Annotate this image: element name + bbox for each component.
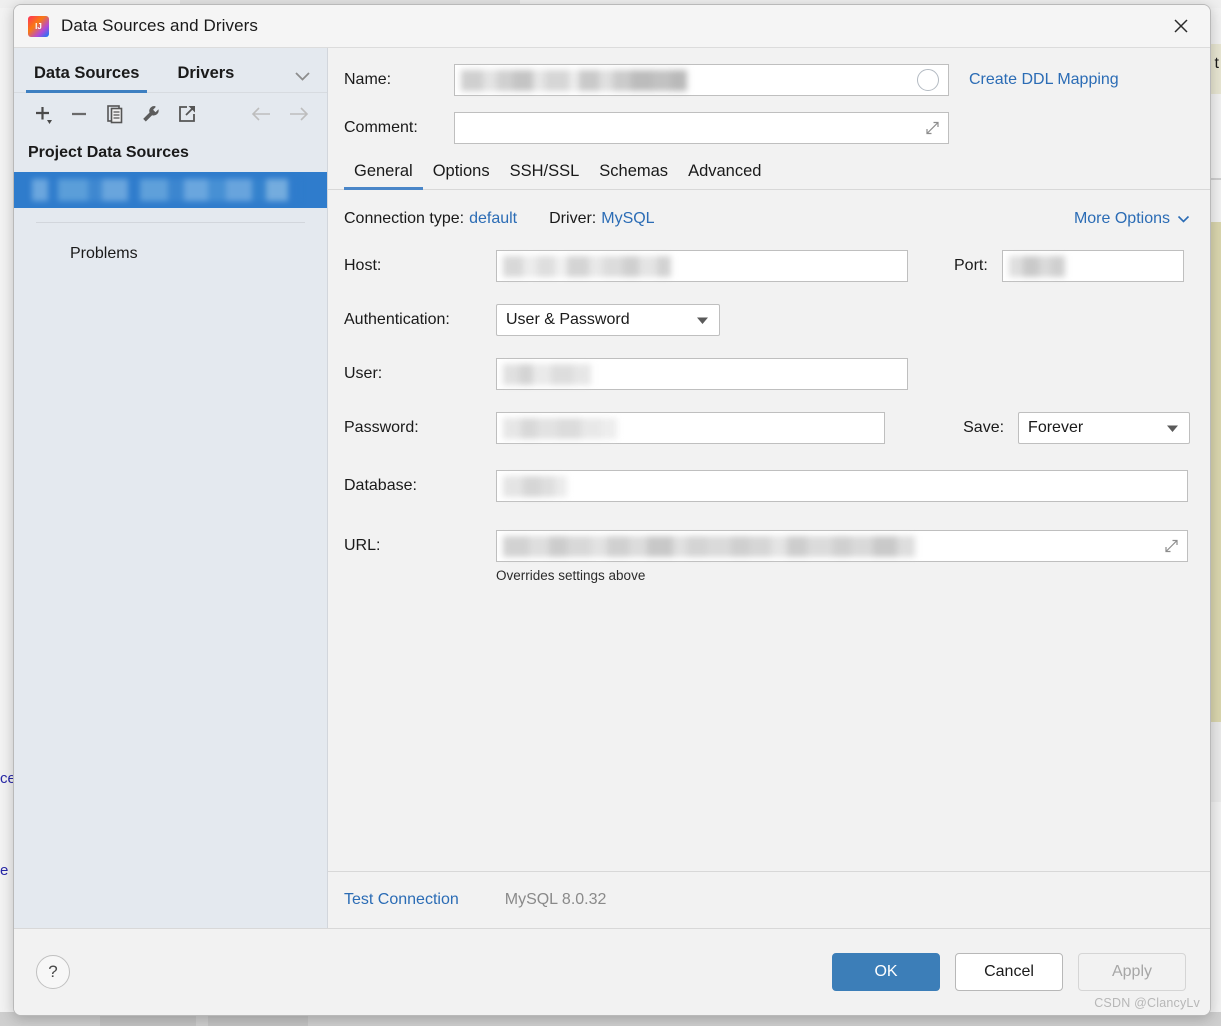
tab-schemas[interactable]: Schemas	[589, 162, 678, 189]
sidebar-tabs: Data Sources Drivers	[14, 48, 327, 93]
expand-icon[interactable]	[925, 121, 940, 136]
cancel-button[interactable]: Cancel	[955, 953, 1063, 991]
sidebar-toolbar	[14, 93, 327, 135]
comment-input[interactable]	[454, 112, 949, 144]
save-select[interactable]: Forever	[1018, 412, 1190, 444]
question-mark-icon[interactable]: ?	[36, 955, 70, 989]
create-ddl-mapping-link[interactable]: Create DDL Mapping	[969, 71, 1119, 89]
comment-label: Comment:	[344, 119, 418, 136]
close-icon[interactable]	[1152, 5, 1210, 47]
dialog-title: Data Sources and Drivers	[61, 16, 259, 35]
sidebar-tab-data-sources[interactable]: Data Sources	[26, 64, 148, 93]
authentication-value: User & Password	[506, 311, 630, 328]
url-row: URL:	[344, 530, 1190, 562]
password-label: Password:	[344, 419, 419, 436]
main-tabs: General Options SSH/SSL Schemas Advanced	[328, 144, 1210, 190]
circle-icon	[917, 69, 939, 91]
redacted-url-value	[503, 536, 915, 557]
name-label: Name:	[344, 71, 392, 88]
url-input[interactable]	[496, 530, 1188, 562]
url-override-note: Overrides settings above	[496, 568, 646, 583]
sidebar-empty-area	[14, 263, 327, 928]
intellij-idea-logo-icon	[28, 15, 49, 37]
save-label: Save:	[963, 419, 1005, 436]
user-input[interactable]	[496, 358, 908, 390]
sidebar-item-selected-data-source[interactable]	[14, 172, 327, 208]
test-connection-link[interactable]: Test Connection	[344, 891, 459, 909]
connection-type-value[interactable]: default	[469, 210, 517, 228]
url-label: URL:	[344, 537, 381, 554]
main-panel: Name: Create DDL Mapping Comment: Genera…	[328, 48, 1210, 928]
redacted-user-value	[503, 364, 591, 385]
redacted-password-value	[503, 418, 617, 439]
arrow-left-icon	[245, 99, 279, 129]
data-sources-and-drivers-dialog: Data Sources and Drivers Data Sources Dr…	[13, 4, 1211, 1016]
more-options-button[interactable]: More Options	[1074, 210, 1190, 228]
more-options-label: More Options	[1073, 210, 1170, 227]
name-input[interactable]	[454, 64, 949, 96]
host-label: Host:	[344, 257, 382, 274]
user-label: User:	[344, 365, 383, 382]
connection-type-label: Connection type:	[344, 210, 465, 227]
dialog-footer: ? OK Cancel Apply CSDN @ClancyLv	[14, 928, 1210, 1015]
database-row: Database:	[344, 470, 1190, 502]
driver-value[interactable]: MySQL	[601, 210, 654, 228]
host-row: Host: Port:	[344, 250, 1190, 282]
redacted-port-value	[1008, 256, 1065, 277]
connection-info-row: Connection type: default Driver: MySQL M…	[344, 210, 1190, 228]
background-left-fragment-2: e	[0, 862, 9, 879]
password-row: Password: Save: Forever	[344, 412, 1190, 444]
tab-advanced[interactable]: Advanced	[678, 162, 771, 189]
sidebar-section-title: Project Data Sources	[28, 144, 189, 161]
port-label: Port:	[954, 257, 988, 274]
user-row: User:	[344, 358, 1190, 390]
redacted-host-value	[503, 256, 671, 277]
redacted-name-value	[461, 70, 687, 91]
host-input[interactable]	[496, 250, 908, 282]
driver-label: Driver:	[549, 210, 597, 227]
name-row: Name: Create DDL Mapping	[344, 64, 1190, 96]
tab-ssh-ssl[interactable]: SSH/SSL	[500, 162, 590, 189]
copy-icon[interactable]	[98, 99, 132, 129]
sidebar-tab-drivers[interactable]: Drivers	[169, 64, 242, 92]
save-value: Forever	[1028, 419, 1084, 436]
watermark: CSDN @ClancyLv	[1094, 996, 1200, 1010]
sidebar-item-problems[interactable]: Problems	[14, 223, 327, 263]
arrow-right-icon	[281, 99, 315, 129]
ok-button[interactable]: OK	[832, 953, 940, 991]
footer-button-group: OK Cancel Apply	[832, 953, 1186, 991]
tab-options[interactable]: Options	[423, 162, 500, 189]
database-input[interactable]	[496, 470, 1188, 502]
sidebar: Data Sources Drivers Project Data Source…	[14, 48, 328, 928]
tab-general[interactable]: General	[344, 162, 423, 190]
general-tab-content: Connection type: default Driver: MySQL M…	[328, 190, 1210, 871]
driver-version-label: MySQL 8.0.32	[504, 891, 607, 908]
authentication-select[interactable]: User & Password	[496, 304, 720, 336]
plus-icon[interactable]	[26, 99, 60, 129]
apply-button: Apply	[1078, 953, 1186, 991]
chevron-down-icon[interactable]	[294, 71, 311, 82]
redacted-database-value	[503, 476, 567, 497]
redacted-data-source-name	[32, 179, 300, 201]
background-right-fragment: t	[1214, 55, 1219, 72]
comment-row: Comment:	[344, 112, 1190, 144]
main-header-fields: Name: Create DDL Mapping Comment:	[328, 48, 1210, 144]
port-input[interactable]	[1001, 250, 1184, 282]
dialog-titlebar: Data Sources and Drivers	[14, 5, 1210, 48]
expand-icon[interactable]	[1164, 539, 1179, 554]
wrench-icon[interactable]	[134, 99, 168, 129]
caret-down-icon	[696, 316, 709, 325]
caret-down-icon	[1166, 424, 1179, 433]
chevron-down-icon	[1177, 215, 1190, 224]
database-label: Database:	[344, 477, 417, 494]
minus-icon[interactable]	[62, 99, 96, 129]
authentication-label: Authentication:	[344, 311, 450, 328]
password-input[interactable]	[496, 412, 886, 444]
test-connection-strip: Test Connection MySQL 8.0.32	[328, 871, 1210, 928]
external-link-icon[interactable]	[170, 99, 204, 129]
authentication-row: Authentication: User & Password	[344, 304, 1190, 336]
